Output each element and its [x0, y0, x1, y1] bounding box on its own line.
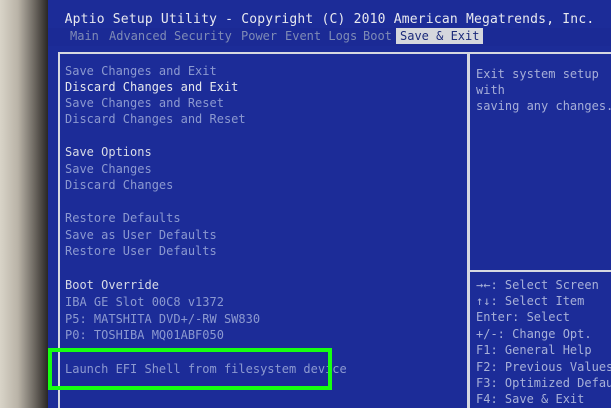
help-previous-values: F2: Previous Values	[476, 360, 611, 374]
restore-user-defaults[interactable]: Restore User Defaults	[65, 244, 217, 258]
help-select-item: ↑↓: Select Item	[476, 294, 584, 309]
monitor-bezel-left	[0, 0, 48, 408]
help-save-exit: F4: Save & Exit	[476, 392, 585, 406]
help-optimized-defaults: F3: Optimized Defaults	[476, 376, 611, 390]
boot-override-hdd[interactable]: P0: TOSHIBA MQ01ABF050	[65, 328, 224, 342]
menu-boot[interactable]: Boot	[363, 29, 392, 43]
save-options-heading: Save Options	[65, 145, 152, 159]
help-select-screen: →←: Select Screen	[476, 278, 599, 293]
boot-override-heading: Boot Override	[65, 278, 159, 292]
restore-defaults[interactable]: Restore Defaults	[65, 211, 181, 225]
save-changes-and-reset[interactable]: Save Changes and Reset	[65, 96, 224, 110]
help-select-screen-text: →←: Select Screen	[476, 278, 599, 292]
help-select-item-text: ↑↓: Select Item	[476, 294, 585, 308]
description-line-1: Exit system setup with	[476, 67, 599, 97]
help-enter-select: Enter: Select	[476, 310, 570, 324]
discard-changes-and-reset[interactable]: Discard Changes and Reset	[65, 112, 246, 126]
help-general-help: F1: General Help	[476, 343, 592, 357]
photographed-bios-screen: Aptio Setup Utility - Copyright (C) 2010…	[0, 0, 611, 408]
bios-screen: Aptio Setup Utility - Copyright (C) 2010…	[48, 0, 611, 408]
discard-changes-and-exit[interactable]: Discard Changes and Exit	[65, 80, 238, 94]
save-changes-and-exit[interactable]: Save Changes and Exit	[65, 64, 217, 78]
menu-main[interactable]: Main	[70, 29, 99, 43]
description-line-2: saving any changes.	[476, 99, 611, 113]
menu-event-logs[interactable]: Event Logs	[285, 29, 357, 43]
menu-advanced[interactable]: Advanced	[109, 29, 167, 43]
save-as-user-defaults[interactable]: Save as User Defaults	[65, 228, 217, 242]
green-annotation-box	[48, 348, 332, 390]
discard-changes[interactable]: Discard Changes	[65, 178, 173, 192]
help-separator	[470, 270, 611, 272]
boot-override-dvd[interactable]: P5: MATSHITA DVD+/-RW SW830	[65, 312, 260, 326]
help-panel: Exit system setup with saving any change…	[470, 52, 611, 408]
boot-override-network[interactable]: IBA GE Slot 00C8 v1372	[65, 295, 224, 309]
menu-security[interactable]: Security	[174, 29, 232, 43]
menu-power[interactable]: Power	[241, 29, 277, 43]
bios-title: Aptio Setup Utility - Copyright (C) 2010…	[64, 12, 595, 27]
help-change-option: +/-: Change Opt.	[476, 327, 592, 341]
menu-save-exit[interactable]: Save & Exit	[396, 28, 484, 44]
option-description: Exit system setup with saving any change…	[476, 66, 611, 114]
save-changes[interactable]: Save Changes	[65, 162, 152, 176]
top-menu-bar: Main Advanced Security Power Event Logs …	[48, 28, 611, 46]
